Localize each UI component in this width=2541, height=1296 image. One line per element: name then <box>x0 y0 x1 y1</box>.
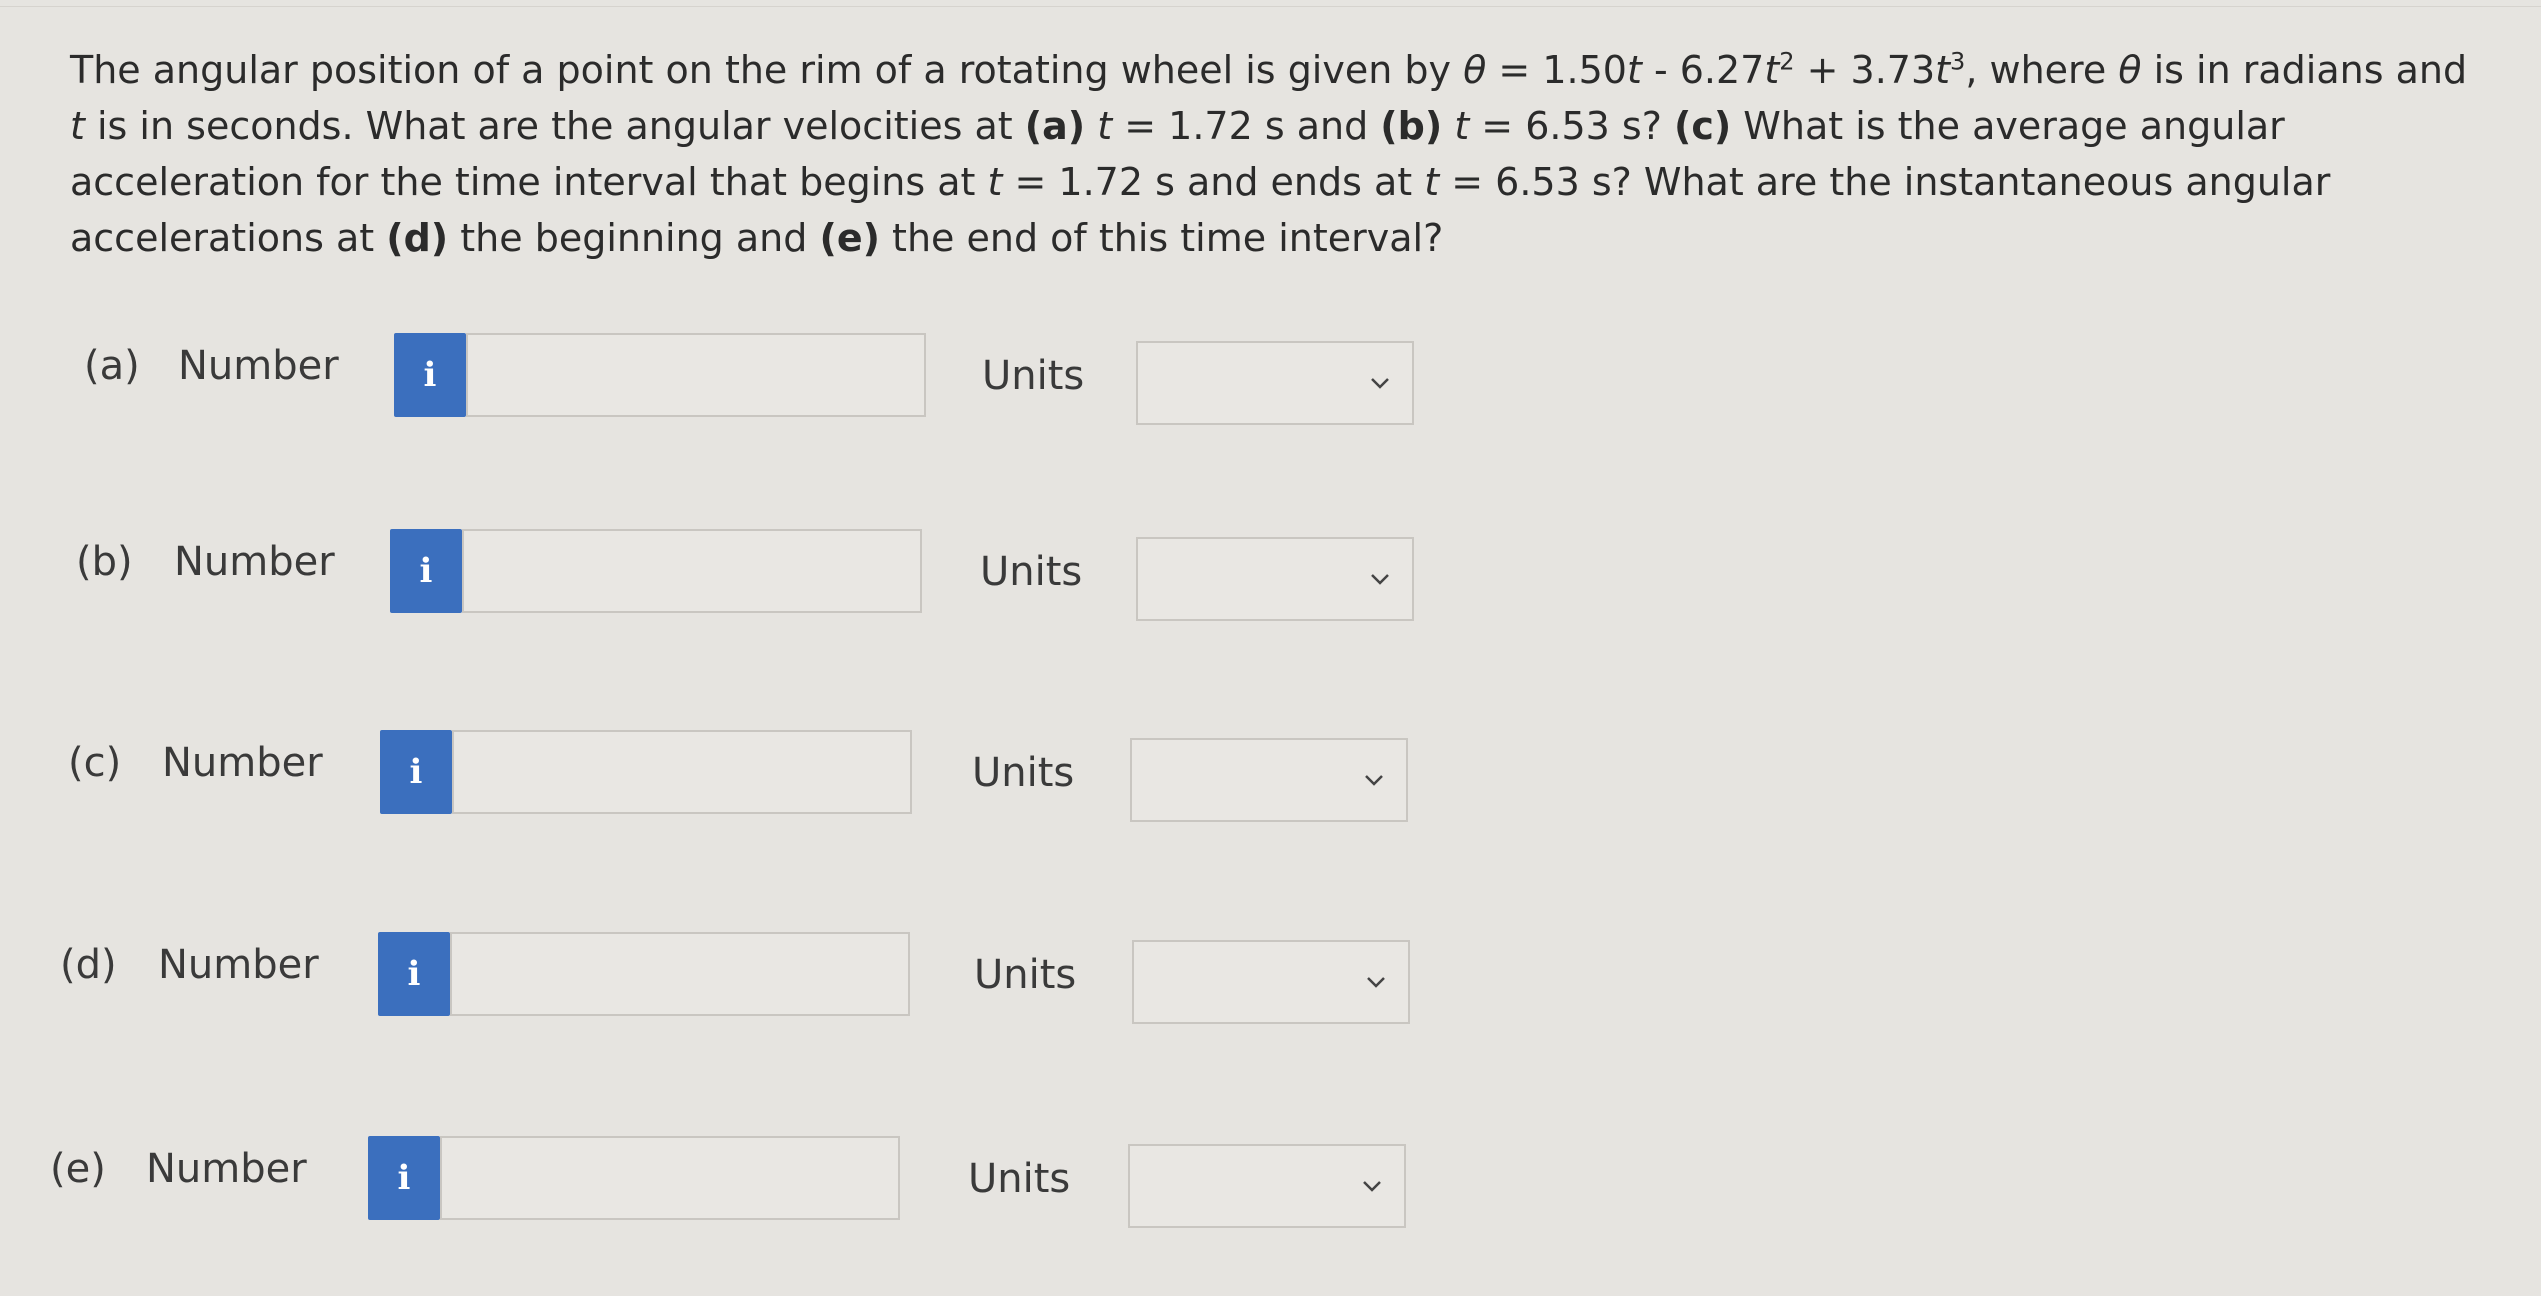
number-input-d[interactable] <box>450 932 910 1016</box>
chevron-down-icon <box>1367 977 1385 988</box>
answer-row-a: (a) Number i Units <box>0 333 1420 425</box>
part-tag: (e) <box>819 216 880 260</box>
number-input-e[interactable] <box>440 1136 900 1220</box>
number-input-a[interactable] <box>466 333 926 417</box>
info-icon-button[interactable]: i <box>394 333 466 417</box>
number-label: Number <box>178 343 339 389</box>
part-tag: (c) <box>1673 104 1732 148</box>
question-fragment: = 1.72 s and <box>1112 104 1381 148</box>
part-label: (a) <box>84 343 140 389</box>
part-label: (d) <box>60 942 117 988</box>
units-dropdown-a[interactable] <box>1136 341 1414 425</box>
question-text: The angular position of a point on the r… <box>70 42 2490 266</box>
t-symbol: t <box>1626 48 1642 92</box>
chevron-down-icon <box>1363 1181 1381 1192</box>
t-symbol: t <box>987 160 1003 204</box>
question-fragment: , where <box>1965 48 2119 92</box>
info-icon-button[interactable]: i <box>380 730 452 814</box>
number-label: Number <box>158 942 319 988</box>
info-icon-button[interactable]: i <box>368 1136 440 1220</box>
part-tag: (a) <box>1024 104 1086 148</box>
t-symbol: t <box>1764 48 1780 92</box>
units-dropdown-e[interactable] <box>1128 1144 1406 1228</box>
part-tag: (d) <box>386 216 449 260</box>
info-icon: i <box>419 551 433 591</box>
part-label: (b) <box>76 539 133 585</box>
chevron-down-icon <box>1371 378 1389 389</box>
info-icon-button[interactable]: i <box>378 932 450 1016</box>
question-fragment: - 6.27 <box>1641 48 1765 92</box>
question-fragment: + 3.73 <box>1794 48 1936 92</box>
question-fragment: The angular position of a point on the r… <box>70 48 1464 92</box>
units-dropdown-c[interactable] <box>1130 738 1408 822</box>
part-tag: (b) <box>1380 104 1443 148</box>
top-divider <box>0 6 2541 7</box>
question-fragment: the end of this time interval? <box>879 216 1444 260</box>
answer-row-c: (c) Number i Units <box>0 730 1420 822</box>
units-label: Units <box>982 353 1085 399</box>
number-label: Number <box>146 1146 307 1192</box>
chevron-down-icon <box>1365 775 1383 786</box>
theta-symbol: θ <box>2118 48 2142 92</box>
units-label: Units <box>972 750 1075 796</box>
chevron-down-icon <box>1371 574 1389 585</box>
t-symbol: t <box>1424 160 1440 204</box>
exponent: 2 <box>1779 47 1795 76</box>
t-symbol: t <box>70 104 85 148</box>
exponent: 3 <box>1950 47 1966 76</box>
t-symbol: t <box>1454 104 1470 148</box>
units-label: Units <box>974 952 1077 998</box>
question-fragment: = 6.53 s? <box>1469 104 1674 148</box>
t-symbol: t <box>1935 48 1951 92</box>
info-icon-button[interactable]: i <box>390 529 462 613</box>
units-dropdown-b[interactable] <box>1136 537 1414 621</box>
question-fragment: = 1.72 s and ends at <box>1002 160 1425 204</box>
part-label: (c) <box>68 740 122 786</box>
number-label: Number <box>174 539 335 585</box>
question-fragment: = 1.50 <box>1486 48 1627 92</box>
units-label: Units <box>980 549 1083 595</box>
number-input-b[interactable] <box>462 529 922 613</box>
info-icon: i <box>423 355 437 395</box>
answer-row-e: (e) Number i Units <box>0 1136 1420 1228</box>
question-fragment: is in radians and <box>2141 48 2468 92</box>
t-symbol: t <box>1097 104 1113 148</box>
units-label: Units <box>968 1156 1071 1202</box>
answer-row-b: (b) Number i Units <box>0 529 1420 621</box>
question-fragment: is in seconds. What are the angular velo… <box>84 104 1025 148</box>
theta-symbol: θ <box>1463 48 1487 92</box>
info-icon: i <box>397 1158 411 1198</box>
info-icon: i <box>409 752 423 792</box>
units-dropdown-d[interactable] <box>1132 940 1410 1024</box>
question-fragment: the beginning and <box>448 216 820 260</box>
answer-row-d: (d) Number i Units <box>0 932 1420 1024</box>
number-input-c[interactable] <box>452 730 912 814</box>
info-icon: i <box>407 954 421 994</box>
number-label: Number <box>162 740 323 786</box>
part-label: (e) <box>50 1146 106 1192</box>
